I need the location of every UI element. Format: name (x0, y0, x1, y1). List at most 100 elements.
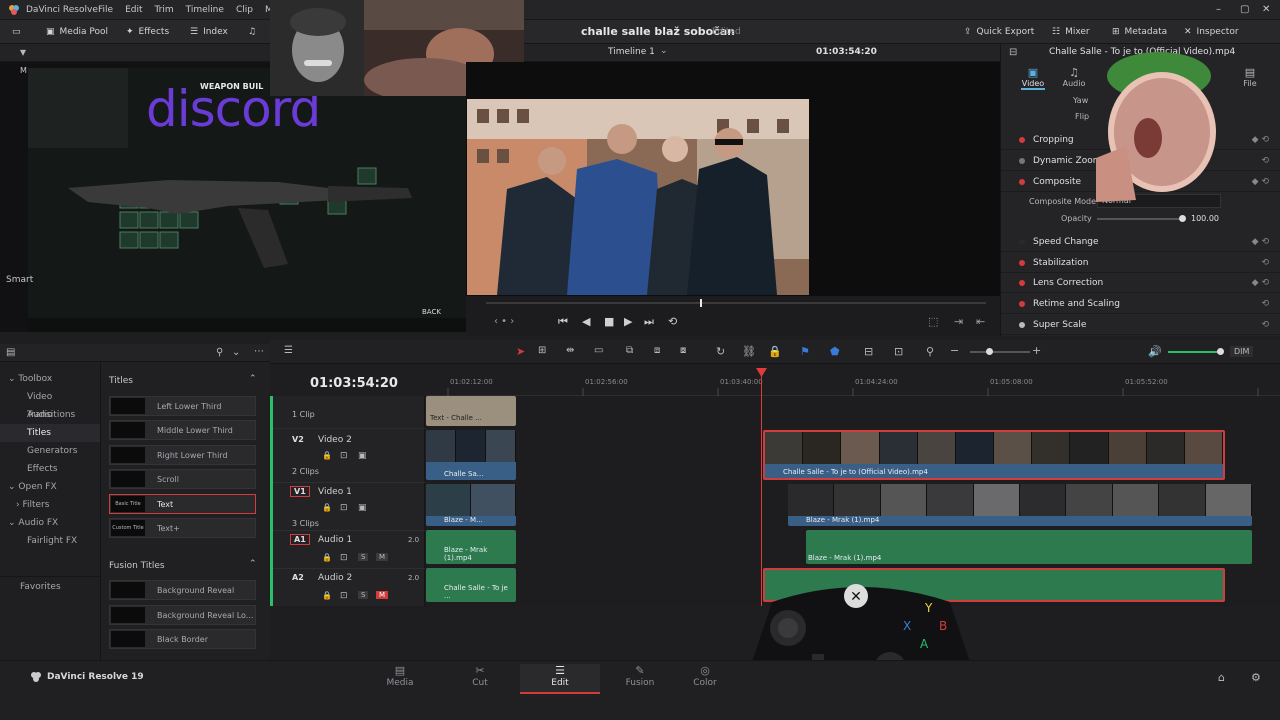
replace-clip-icon[interactable]: ⧇ (680, 345, 686, 356)
timeline-options-icon[interactable]: ☰ (284, 345, 293, 356)
auto-select-icon[interactable]: ⊡ (340, 451, 348, 461)
trim-tool-icon[interactable]: ⊞ (538, 345, 546, 356)
overwrite-clip-icon[interactable]: ⧈ (654, 345, 660, 356)
zoom-slider-handle[interactable] (986, 348, 993, 355)
skip-forward-icon[interactable]: ⏭ (644, 315, 654, 329)
media-pool-button[interactable]: ▣ Media Pool (46, 20, 108, 44)
flag-icon[interactable]: ⚑ (800, 345, 810, 358)
video-clip-v2-b[interactable]: Challe Salle - To je to (Official Video)… (763, 430, 1225, 480)
zoom-slider[interactable] (970, 351, 1030, 353)
next-frame-icon[interactable]: ⇥ (954, 315, 963, 328)
opacity-value[interactable]: 100.00 (1191, 214, 1219, 223)
more-options-icon[interactable]: ⋯ (254, 346, 264, 357)
playhead-handle[interactable] (756, 368, 767, 377)
close-icon[interactable]: ✕ (1262, 4, 1270, 15)
marker-icon[interactable]: ⬟ (830, 345, 840, 358)
audio-clip-a1-a[interactable]: Blaze - Mrak (1).mp4 (426, 530, 516, 564)
opacity-slider-handle[interactable] (1179, 215, 1186, 222)
audio-clip-a2-a[interactable]: Challe Salle - To je ... (426, 568, 516, 602)
menu-edit[interactable]: Edit (125, 5, 142, 15)
scrubber-track[interactable] (486, 302, 986, 304)
enable-toggle-icon[interactable] (1019, 300, 1025, 307)
maximize-icon[interactable]: ▢ (1240, 4, 1249, 15)
page-media[interactable]: ▤ Media (360, 664, 440, 694)
speaker-icon[interactable]: 🔊 (1148, 345, 1162, 358)
link-icon[interactable]: ⛓ (742, 345, 756, 358)
lock-icon[interactable]: 🔒 (322, 553, 332, 562)
text-title-clip[interactable]: Text - Challe ... (426, 396, 516, 426)
reset-icon[interactable]: ⟲ (1261, 156, 1269, 166)
page-edit[interactable]: ☰ Edit (520, 664, 600, 694)
title-text-plus[interactable]: Custom Title Text+ (109, 518, 256, 538)
title-middle-lower-third[interactable]: Middle Lower Third (109, 420, 256, 440)
effects-button[interactable]: ✦ Effects (126, 20, 169, 44)
track-header-v2[interactable]: V2 Video 2 🔒 ⊡ ▣ 2 Clips (270, 428, 425, 482)
solo-button[interactable]: S (358, 591, 369, 599)
track-header-a2[interactable]: A2 Audio 2 2.0 🔒 ⊡ S M (270, 568, 425, 606)
mute-button[interactable]: M (376, 591, 389, 599)
enable-toggle-icon[interactable] (1019, 157, 1025, 164)
reset-icon[interactable]: ◆ ⟲ (1252, 237, 1269, 247)
volume-slider[interactable] (1168, 351, 1222, 353)
video-clip-v2-a[interactable]: Challe Sa... (426, 430, 516, 480)
auto-select-icon[interactable]: ⊡ (340, 591, 348, 601)
dropdown-icon[interactable]: ▾ (20, 45, 26, 59)
section-speed-change[interactable]: Speed Change ◆ ⟲ (1001, 232, 1280, 252)
reset-icon[interactable]: ◆ ⟲ (1252, 177, 1269, 187)
snapping-icon[interactable]: ↻ (716, 345, 725, 358)
tree-openfx[interactable]: ⌄ Open FX (0, 478, 100, 496)
zoom-detail-icon[interactable]: ⊡ (894, 345, 903, 358)
title-scroll[interactable]: Scroll (109, 469, 256, 489)
lock-icon[interactable]: 🔒 (322, 451, 332, 460)
dim-button[interactable]: DIM (1230, 346, 1254, 357)
audio-clip-a1-b[interactable]: Blaze - Mrak (1).mp4 (806, 530, 1252, 564)
chevron-up-icon[interactable]: ⌃ (249, 374, 257, 384)
fusion-background-reveal[interactable]: Background Reveal (109, 580, 256, 600)
tree-toolbox[interactable]: ⌄ Toolbox (0, 370, 100, 388)
blade-tool-icon[interactable]: ▭ (594, 345, 603, 356)
title-text[interactable]: Basic Title Text (109, 494, 256, 514)
tree-generators[interactable]: Generators (0, 442, 100, 460)
enable-toggle-icon[interactable] (1019, 178, 1025, 185)
panel-toggle-icon[interactable]: ▭ (12, 20, 21, 44)
mixer-button[interactable]: ☷ Mixer (1052, 20, 1090, 44)
tree-audio-transitions[interactable]: Audio Transitions (0, 406, 100, 438)
play-icon[interactable]: ▶ (624, 315, 632, 328)
loop-icon[interactable]: ⟲ (668, 315, 677, 328)
enable-toggle-icon[interactable] (1019, 238, 1025, 245)
tree-titles[interactable]: Titles (0, 424, 100, 442)
track-id[interactable]: A1 (290, 534, 310, 545)
chevron-down-icon[interactable]: ⌄ (660, 46, 668, 56)
chevron-up-icon[interactable]: ⌃ (249, 559, 257, 569)
enable-toggle-icon[interactable] (1019, 321, 1025, 328)
fusion-black-border[interactable]: Black Border (109, 629, 256, 649)
settings-gear-icon[interactable]: ⚙ (1251, 671, 1261, 684)
volume-slider-handle[interactable] (1217, 348, 1224, 355)
tab-audio[interactable]: ♫ Audio (1061, 66, 1087, 88)
tree-video-transitions[interactable]: Video Transitions (0, 388, 100, 420)
index-button[interactable]: ☰ Index (190, 20, 228, 44)
section-lens-correction[interactable]: Lens Correction ◆ ⟲ (1001, 273, 1280, 293)
back-button[interactable]: BACK (422, 308, 441, 316)
menu-timeline[interactable]: Timeline (186, 5, 224, 15)
reverse-icon[interactable]: ◀ (582, 315, 590, 328)
chevron-down-icon[interactable]: ⌄ (232, 347, 240, 358)
panel-list-icon[interactable]: ▤ (6, 347, 15, 358)
playhead[interactable] (761, 370, 762, 606)
page-fusion[interactable]: ✎ Fusion (600, 664, 680, 694)
home-icon[interactable]: ⌂ (1218, 671, 1225, 684)
zoom-custom-icon[interactable]: ⚲ (926, 345, 934, 358)
track-header-v1[interactable]: V1 Video 1 🔒 ⊡ ▣ 3 Clips (270, 482, 425, 530)
zoom-in-icon[interactable]: + (1032, 344, 1041, 357)
tab-video[interactable]: ▣ Video (1021, 66, 1045, 90)
dynamic-trim-icon[interactable]: ⇹ (566, 345, 574, 356)
tree-fairlight-fx[interactable]: Fairlight FX (0, 532, 100, 550)
menu-clip[interactable]: Clip (236, 5, 253, 15)
fusion-background-reveal-lower[interactable]: Background Reveal Lo... (109, 605, 256, 625)
insert-clip-icon[interactable]: ⧉ (626, 345, 633, 356)
prev-frame-icon[interactable]: ⇤ (976, 315, 985, 328)
reset-icon[interactable]: ⟲ (1261, 320, 1269, 330)
reset-icon[interactable]: ◆ ⟲ (1252, 278, 1269, 288)
reset-icon[interactable]: ◆ ⟲ (1252, 135, 1269, 145)
lock-icon[interactable]: 🔒 (322, 591, 332, 600)
